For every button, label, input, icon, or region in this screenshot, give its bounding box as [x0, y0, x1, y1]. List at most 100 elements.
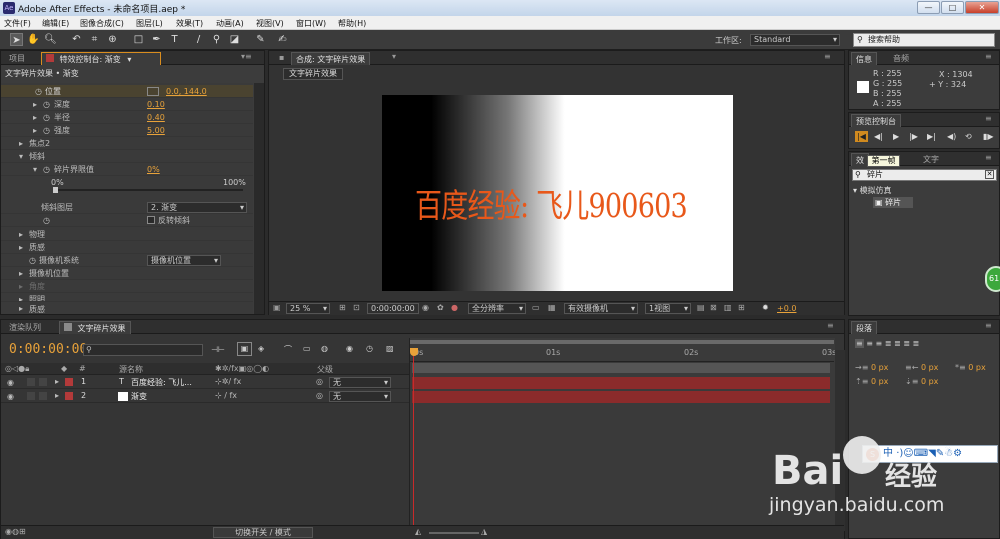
roto-brush-tool-icon[interactable]: ✎ [254, 33, 267, 46]
stopwatch-icon[interactable]: ◷ [35, 85, 42, 98]
align-center-icon[interactable]: ≡ [866, 339, 873, 348]
justify-left-icon[interactable]: ≣ [885, 339, 892, 348]
pan-behind-tool-icon[interactable]: ⊕ [106, 33, 119, 46]
frame-blending-icon[interactable]: ▭ [303, 344, 311, 353]
layer-2-bar[interactable] [412, 391, 830, 403]
last-frame-icon[interactable]: ▶| [927, 132, 936, 141]
channel-icon[interactable]: ✿ [437, 303, 444, 312]
flowchart-icon[interactable]: ⊞ [738, 303, 745, 312]
comp-viewer-canvas[interactable]: 百度经验: 飞儿900603 [382, 95, 733, 291]
toggle-pixel-aspect-icon[interactable]: ▤ [697, 303, 705, 312]
expand-arrow-icon[interactable]: ▸ [19, 241, 23, 254]
eye-icon[interactable]: ◉ [7, 392, 14, 401]
hide-shy-icon[interactable]: ⌒ [284, 344, 292, 355]
graph-editor-icon[interactable]: ▨ [386, 344, 394, 353]
camera-select[interactable]: 有效摄像机 [564, 303, 638, 314]
expand-arrow-icon[interactable]: ▸ [55, 377, 59, 386]
tab-preview[interactable]: 预览控制台 [851, 114, 901, 127]
tab-audio[interactable]: 音频 [889, 52, 913, 65]
property-row-shatter-threshold[interactable]: ▾ ◷ 碎片界限值 0% [1, 163, 253, 176]
audio-icon[interactable]: ◀) [947, 132, 956, 141]
collapse-arrow-icon[interactable]: ▾ [33, 163, 37, 176]
resolution-select[interactable]: 全分辨率 [468, 303, 526, 314]
first-line-indent-value[interactable]: 0 px [968, 363, 985, 372]
crosshair-icon[interactable] [147, 87, 159, 96]
property-row-strength[interactable]: ▸ ◷ 强度 5.00 [1, 124, 253, 137]
search-help-input[interactable]: ⚲ 搜索帮助 [853, 33, 995, 47]
layer-switches-icon[interactable]: ⊹ / fx [215, 391, 237, 400]
expand-arrow-icon[interactable]: ▸ [19, 228, 23, 241]
hand-tool-icon[interactable]: ✋ [27, 33, 40, 46]
zoom-tool-icon[interactable]: 🔍︎ [44, 33, 57, 46]
menu-edit[interactable]: 编辑(E) [42, 18, 69, 29]
loop-icon[interactable]: ⟲ [965, 132, 972, 141]
stopwatch-icon[interactable]: ◷ [43, 98, 50, 111]
puppet-tool-icon[interactable]: ✍ [276, 33, 289, 46]
zoom-select[interactable]: 25 % [286, 303, 330, 314]
layer-switches-pane-icon[interactable]: ◉◍⊞ [5, 527, 26, 536]
strength-value[interactable]: 5.00 [147, 124, 165, 137]
close-button[interactable]: ✕ [965, 1, 999, 14]
layer-name[interactable]: 百度经验: 飞儿... [131, 377, 192, 388]
tab-effect-controls[interactable]: 特效控制台: 渐变 ▾ [41, 52, 161, 65]
stopwatch-icon[interactable]: ◷ [43, 214, 50, 227]
align-left-icon[interactable]: ≡ [855, 339, 864, 348]
stopwatch-icon[interactable]: ◷ [43, 111, 50, 124]
brush-tool-icon[interactable]: / [192, 33, 205, 46]
align-right-icon[interactable]: ≡ [876, 339, 883, 348]
grid-icon[interactable]: ⊡ [353, 303, 360, 312]
stopwatch-icon[interactable]: ◷ [43, 163, 50, 176]
zoom-slider[interactable] [429, 532, 479, 534]
stopwatch-icon[interactable]: ◷ [43, 124, 50, 137]
brainstorm-icon[interactable]: ◉ [346, 344, 353, 353]
collapse-arrow-icon[interactable]: ▾ [19, 150, 23, 163]
layer-name[interactable]: 渐变 [131, 391, 147, 402]
selection-tool-icon[interactable]: ➤ [10, 33, 23, 46]
comp-mini-flowchart-icon[interactable]: ⊣⊢ [211, 345, 225, 354]
menu-view[interactable]: 视图(V) [256, 18, 284, 29]
menu-animation[interactable]: 动画(A) [216, 18, 244, 29]
snapshot-icon[interactable]: ▣ [273, 303, 281, 312]
minimize-button[interactable]: — [917, 1, 940, 14]
effects-item[interactable]: ▣ 碎片 [873, 197, 913, 208]
justify-all-icon[interactable]: ≣ [913, 339, 920, 348]
menu-composition[interactable]: 图像合成(C) [80, 18, 124, 29]
close-tab-icon[interactable]: ▾ [392, 52, 396, 61]
panel-menu-icon[interactable]: ≡ [985, 321, 992, 330]
clone-stamp-tool-icon[interactable]: ⚲ [210, 33, 223, 46]
space-before-field[interactable]: ⇡≡ 0 px [855, 377, 888, 386]
parent-select[interactable]: 无 [329, 377, 391, 388]
property-group-focus2[interactable]: ▸ 焦点2 [1, 137, 253, 150]
property-group-texture[interactable]: ▸ 质感 [1, 241, 253, 254]
property-row-radius[interactable]: ▸ ◷ 半径 0.40 [1, 111, 253, 124]
space-after-value[interactable]: 0 px [921, 377, 938, 386]
property-group-corner[interactable]: ▸ 角度 [1, 280, 253, 293]
panel-menu-icon[interactable]: ≡ [985, 52, 992, 61]
layer-1-bar[interactable] [412, 377, 830, 389]
menu-help[interactable]: 帮助(H) [338, 18, 366, 29]
position-value[interactable]: 0.0, 144.0 [166, 85, 207, 98]
expand-arrow-icon[interactable]: ▸ [33, 111, 37, 124]
lock-toggle[interactable] [39, 378, 47, 386]
rectangle-tool-icon[interactable]: □ [132, 33, 145, 46]
space-after-field[interactable]: ⇣≡ 0 px [905, 377, 938, 386]
time-ruler[interactable]: 0s 01s 02s 03s [410, 346, 836, 362]
lock-icon[interactable]: ▪ [279, 53, 284, 62]
tab-character[interactable]: 文字 [919, 153, 943, 166]
depth-value[interactable]: 0.10 [147, 98, 165, 111]
comp-timecode[interactable]: 0:00:00:00 [367, 303, 419, 314]
tab-info[interactable]: 信息 [851, 52, 877, 65]
draft-3d-icon[interactable]: ◈ [258, 344, 264, 353]
ram-preview-icon[interactable]: ▮▶ [983, 132, 994, 141]
layer-row-1[interactable]: ◉ ▸ 1 T 百度经验: 飞儿... ⊹✲/ fx ◎ 无 [1, 376, 409, 389]
parent-select[interactable]: 无 [329, 391, 391, 402]
playhead-handle[interactable] [410, 348, 418, 356]
timeline-icon[interactable]: ▥ [724, 303, 732, 312]
first-line-indent-field[interactable]: *≡ 0 px [955, 363, 986, 372]
property-row-depth[interactable]: ▸ ◷ 深度 0.10 [1, 98, 253, 111]
menu-window[interactable]: 窗口(W) [296, 18, 326, 29]
justify-center-icon[interactable]: ≣ [894, 339, 901, 348]
safe-margins-icon[interactable]: ⊞ [339, 303, 346, 312]
parent-header[interactable]: 父级 [317, 364, 333, 375]
tab-render-queue[interactable]: 渲染队列 [5, 321, 45, 334]
